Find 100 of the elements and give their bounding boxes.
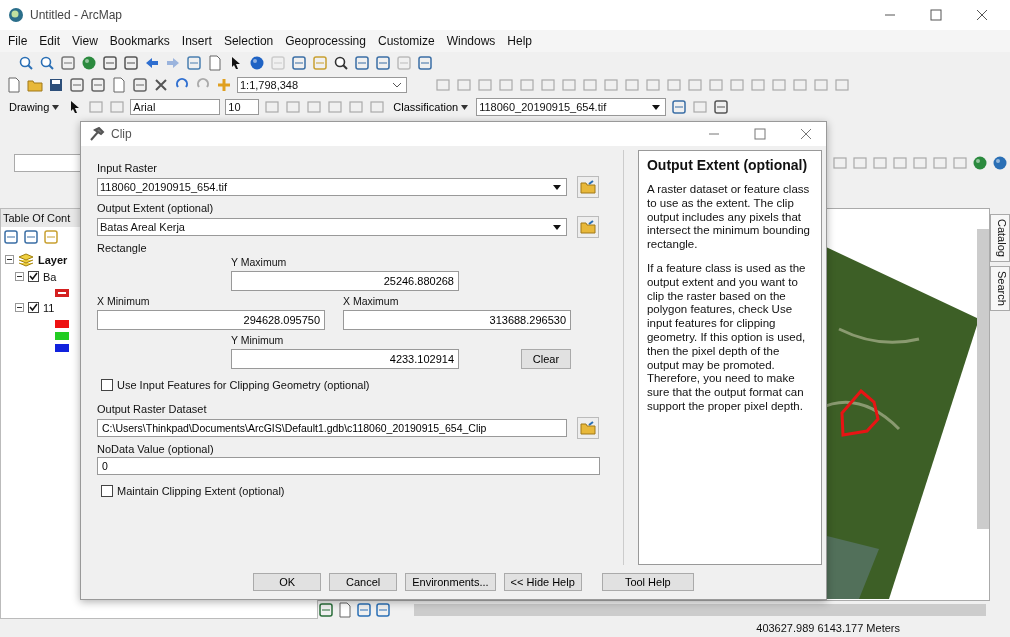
dialog-button[interactable]: OK xyxy=(253,573,322,591)
edit-tool-icon[interactable] xyxy=(813,77,829,93)
menu-item[interactable]: Customize xyxy=(377,34,435,48)
edit-tool-icon[interactable] xyxy=(477,77,493,93)
edit-tool-icon[interactable] xyxy=(306,99,323,115)
arrow-right-icon[interactable] xyxy=(165,55,181,71)
save-icon[interactable] xyxy=(48,77,64,93)
layer-name[interactable]: 11 xyxy=(43,301,55,314)
collapse-icon[interactable] xyxy=(5,255,14,264)
arrow-left-icon[interactable] xyxy=(144,55,160,71)
globe-icon[interactable] xyxy=(992,155,1008,171)
edit-tool-icon[interactable] xyxy=(498,77,514,93)
layer-name[interactable]: Ba xyxy=(43,270,57,283)
browse-button[interactable] xyxy=(577,216,599,238)
layer-checkbox[interactable] xyxy=(28,302,39,313)
edit-tool-icon[interactable] xyxy=(624,77,640,93)
layer-checkbox[interactable] xyxy=(28,271,39,282)
delete-icon[interactable] xyxy=(153,77,169,93)
classification-menu-button[interactable]: Classification xyxy=(390,101,472,113)
globe-icon[interactable] xyxy=(81,55,97,71)
dialog-button[interactable]: << Hide Help xyxy=(503,573,582,591)
edit-tool-icon[interactable] xyxy=(912,155,928,171)
edit-tool-icon[interactable] xyxy=(285,99,302,115)
font-field[interactable]: Arial xyxy=(130,99,221,115)
dropdown-field[interactable]: 118060_20190915_654.tif xyxy=(97,178,567,196)
zoom-in-icon[interactable] xyxy=(18,55,34,71)
menu-item[interactable]: Geoprocessing xyxy=(285,34,366,48)
side-tab[interactable]: Search xyxy=(990,265,1010,311)
menu-item[interactable]: Edit xyxy=(39,34,61,48)
collapse-icon[interactable] xyxy=(15,272,24,281)
page-icon[interactable] xyxy=(207,55,223,71)
menu-item[interactable]: File xyxy=(8,34,28,48)
collapse-icon[interactable] xyxy=(15,303,24,312)
edit-tool-icon[interactable] xyxy=(932,155,948,171)
edit-tool-icon[interactable] xyxy=(708,77,724,93)
drawing-menu-button[interactable]: Drawing xyxy=(6,101,63,113)
dialog-button[interactable]: Environments... xyxy=(405,573,496,591)
clear-button[interactable]: Clear xyxy=(521,349,571,369)
edit-tool-icon[interactable] xyxy=(348,99,365,115)
vertical-scrollbar[interactable] xyxy=(977,229,989,529)
edit-tool-icon[interactable] xyxy=(582,77,598,93)
edit-tool-icon[interactable] xyxy=(792,77,808,93)
dialog-button[interactable]: Cancel xyxy=(329,573,398,591)
edit-tool-icon[interactable] xyxy=(109,99,126,115)
output-path-field[interactable]: C:\Users\Thinkpad\Documents\ArcGIS\Default1.gdb\c118060_20190915_654_Clip xyxy=(97,419,567,437)
maximize-icon[interactable] xyxy=(930,9,942,21)
edit-tool-icon[interactable] xyxy=(666,77,682,93)
browse-button[interactable] xyxy=(577,417,599,439)
zoom-out-icon[interactable] xyxy=(39,55,55,71)
folder-icon[interactable] xyxy=(27,77,43,93)
menu-item[interactable]: Bookmarks xyxy=(109,34,170,48)
edit-tool-icon[interactable] xyxy=(519,77,535,93)
close-icon[interactable] xyxy=(800,128,812,140)
checkbox[interactable] xyxy=(101,379,113,391)
menu-item[interactable]: Help xyxy=(507,34,533,48)
y-maximum-field[interactable]: 25246.880268 xyxy=(231,271,459,291)
edit-tool-icon[interactable] xyxy=(872,155,888,171)
scale-field[interactable]: 1:1,798,348 xyxy=(237,77,407,93)
dropdown-field[interactable]: Batas Areal Kerja xyxy=(97,218,567,236)
dropdown-field[interactable]: 118060_20190915_654.tif xyxy=(476,98,667,116)
edit-tool-icon[interactable] xyxy=(456,77,472,93)
font-size-field[interactable]: 10 xyxy=(225,99,260,115)
edit-tool-icon[interactable] xyxy=(327,99,344,115)
edit-tool-icon[interactable] xyxy=(561,77,577,93)
dialog-button[interactable]: Tool Help xyxy=(601,573,694,591)
edit-tool-icon[interactable] xyxy=(771,77,787,93)
copy-icon[interactable] xyxy=(111,77,127,93)
edit-tool-icon[interactable] xyxy=(645,77,661,93)
checkbox-label[interactable]: Use Input Features for Clipping Geometry (optional) xyxy=(117,379,370,391)
edit-tool-icon[interactable] xyxy=(369,99,386,115)
edit-tool-icon[interactable] xyxy=(540,77,556,93)
edit-tool-icon[interactable] xyxy=(750,77,766,93)
x-minimum-field[interactable]: 294628.095750 xyxy=(97,310,325,330)
edit-tool-icon[interactable] xyxy=(264,99,281,115)
y-minimum-field[interactable]: 4233.102914 xyxy=(231,349,459,369)
edit-tool-icon[interactable] xyxy=(687,77,703,93)
menu-item[interactable]: Selection xyxy=(223,34,274,48)
x-maximum-field[interactable]: 313688.296530 xyxy=(343,310,571,330)
plus-icon[interactable] xyxy=(216,77,232,93)
nodata-value-field[interactable]: 0 xyxy=(97,457,600,475)
browse-button[interactable] xyxy=(577,176,599,198)
checkbox-label[interactable]: Maintain Clipping Extent (optional) xyxy=(117,485,285,497)
globe-icon[interactable] xyxy=(972,155,988,171)
menu-item[interactable]: Insert xyxy=(181,34,212,48)
close-icon[interactable] xyxy=(976,9,988,21)
side-tab[interactable]: Catalog xyxy=(990,214,1010,262)
info-icon[interactable] xyxy=(249,55,265,71)
edit-tool-icon[interactable] xyxy=(729,77,745,93)
menu-item[interactable]: View xyxy=(72,34,98,48)
menu-item[interactable]: Windows xyxy=(446,34,496,48)
layer-name[interactable]: Layer xyxy=(38,253,68,266)
edit-tool-icon[interactable] xyxy=(832,155,848,171)
edit-tool-icon[interactable] xyxy=(435,77,451,93)
edit-tool-icon[interactable] xyxy=(834,77,850,93)
edit-tool-icon[interactable] xyxy=(892,155,908,171)
edit-tool-icon[interactable] xyxy=(852,155,868,171)
horizontal-scrollbar[interactable] xyxy=(414,604,986,616)
new-file-icon[interactable] xyxy=(6,77,22,93)
edit-tool-icon[interactable] xyxy=(603,77,619,93)
maximize-icon[interactable] xyxy=(754,128,766,140)
